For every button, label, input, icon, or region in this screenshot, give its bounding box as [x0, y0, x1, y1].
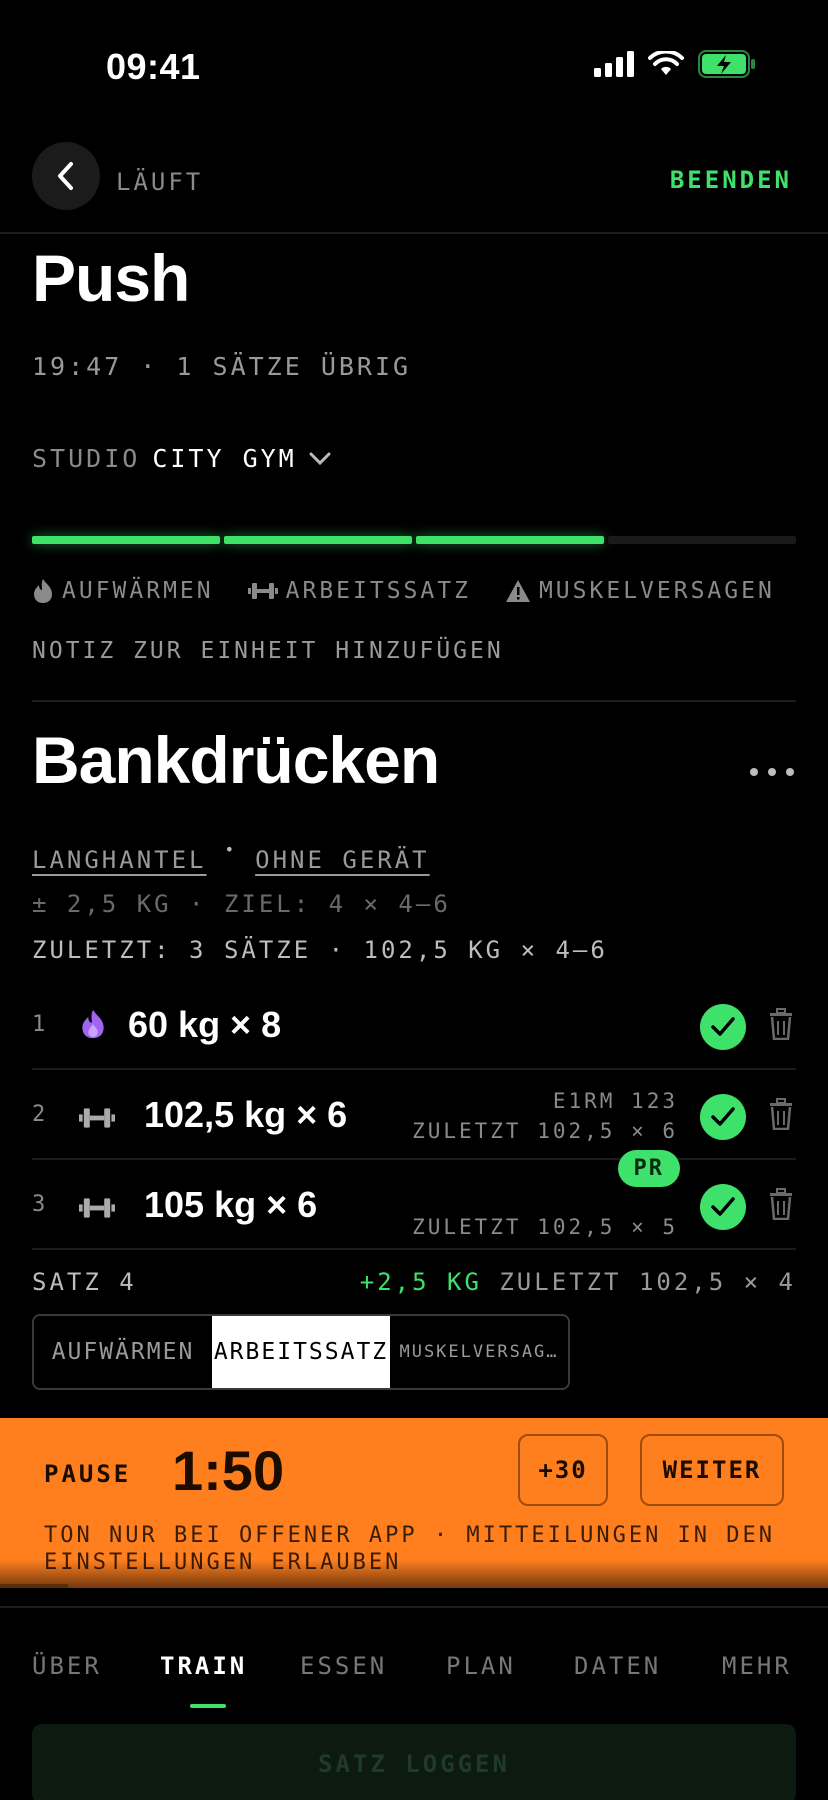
legend-label: AUFWÄRMEN — [62, 578, 214, 604]
chevron-left-icon — [58, 162, 73, 190]
rest-label: PAUSE — [44, 1460, 132, 1488]
legend-failure: MUSKELVERSAGEN — [505, 578, 775, 604]
status-time: 09:41 — [106, 46, 201, 87]
trash-icon[interactable] — [768, 1008, 794, 1040]
tab-plan[interactable]: PLAN — [446, 1652, 516, 1680]
studio-value: CITY GYM — [152, 444, 297, 473]
rest-time: 1:50 — [172, 1439, 285, 1502]
set-value[interactable]: 60 kg × 8 — [128, 1004, 281, 1046]
end-workout-button[interactable]: BEENDEN — [670, 166, 792, 194]
set-type-working-option[interactable]: ARBEITSSATZ — [212, 1316, 390, 1388]
set-value[interactable]: 105 kg × 6 — [144, 1184, 317, 1226]
workout-state: LÄUFT — [116, 168, 204, 196]
progress-segment — [416, 536, 604, 544]
set-type-warmup-option[interactable]: AUFWÄRMEN — [34, 1316, 212, 1388]
progress-segment — [32, 536, 220, 544]
log-set-button[interactable]: SATZ LOGGEN — [32, 1724, 796, 1800]
equipment-row: LANGHANTEL • OHNE GERÄT — [32, 840, 430, 874]
back-button[interactable] — [32, 142, 100, 210]
dumbbell-icon — [79, 1108, 115, 1128]
checkmark-icon — [711, 1197, 735, 1216]
rest-progress — [0, 1584, 68, 1588]
banner-fade — [0, 1560, 828, 1588]
continue-button[interactable]: WEITER — [640, 1434, 784, 1506]
pr-badge: PR — [617, 1150, 680, 1187]
status-bar: 09:41 — [0, 0, 828, 130]
studio-label: STUDIO — [32, 444, 141, 473]
tab-train[interactable]: TRAIN — [160, 1652, 247, 1680]
warning-icon — [505, 580, 530, 602]
flame-icon — [82, 1009, 104, 1039]
set-last: ZULETZT 102,5 × 6 — [412, 1119, 678, 1143]
set-value[interactable]: 102,5 kg × 6 — [144, 1094, 347, 1136]
exercise-target: ± 2,5 KG · ZIEL: 4 × 4–6 — [32, 890, 451, 918]
active-tab-indicator — [190, 1704, 226, 1708]
dumbbell-icon — [247, 583, 278, 599]
tab-daten[interactable]: DATEN — [574, 1652, 661, 1680]
exercise-last: ZULETZT: 3 SÄTZE · 102,5 KG × 4–6 — [32, 936, 608, 964]
next-set-hint: +2,5 KG ZULETZT 102,5 × 4 — [360, 1268, 796, 1296]
set-type-failure-option[interactable]: MUSKELVERSAG… — [390, 1316, 568, 1388]
tab-ueber[interactable]: ÜBER — [32, 1652, 102, 1680]
trash-icon[interactable] — [768, 1188, 794, 1220]
divider — [32, 700, 796, 702]
tab-mehr[interactable]: MEHR — [722, 1652, 792, 1680]
workout-meta: 19:47 · 1 SÄTZE ÜBRIG — [32, 352, 412, 381]
set-type-legend: AUFWÄRMEN ARBEITSSATZ MUSKELVERSAGEN — [32, 578, 775, 604]
next-set-label: SATZ 4 — [32, 1268, 137, 1296]
legend-label: ARBEITSSATZ — [285, 578, 471, 604]
exercise-title: Bankdrücken — [32, 723, 440, 797]
set-last: ZULETZT 102,5 × 5 — [412, 1215, 678, 1239]
legend-label: MUSKELVERSAGEN — [538, 578, 775, 604]
add-note-link[interactable]: NOTIZ ZUR EINHEIT HINZUFÜGEN — [32, 638, 504, 664]
chevron-down-icon — [309, 452, 331, 465]
more-options-icon[interactable] — [750, 760, 794, 784]
legend-warmup: AUFWÄRMEN — [32, 578, 214, 604]
progress-segment — [224, 536, 412, 544]
next-set-last: ZULETZT 102,5 × 4 — [499, 1268, 796, 1296]
workout-progress — [32, 536, 796, 544]
progress-segment — [608, 536, 796, 544]
workout-title: Push — [32, 241, 190, 315]
separator-dot: • — [224, 840, 238, 859]
set-number: 2 — [32, 1102, 46, 1127]
cellular-signal-icon — [594, 51, 634, 77]
weight-increment: +2,5 KG — [359, 1268, 482, 1296]
trash-icon[interactable] — [768, 1098, 794, 1130]
status-icons — [594, 50, 756, 78]
set-e1rm: E1RM 123 — [552, 1089, 678, 1113]
top-header: LÄUFT BEENDEN — [0, 138, 828, 234]
set-complete-check[interactable] — [700, 1184, 746, 1230]
set-type-selector: AUFWÄRMEN ARBEITSSATZ MUSKELVERSAG… — [32, 1314, 570, 1390]
checkmark-icon — [711, 1107, 735, 1126]
set-row: 3 105 kg × 6 PR ZULETZT 102,5 × 5 — [32, 1150, 796, 1250]
set-number: 1 — [32, 1012, 46, 1037]
flame-icon — [34, 579, 52, 603]
set-row: 2 102,5 kg × 6 E1RM 123 ZULETZT 102,5 × … — [32, 1070, 796, 1160]
dumbbell-icon — [79, 1198, 115, 1218]
studio-selector[interactable]: STUDIO CITY GYM — [32, 444, 331, 473]
checkmark-icon — [711, 1017, 735, 1036]
battery-charging-icon — [698, 50, 755, 78]
set-complete-check[interactable] — [700, 1094, 746, 1140]
equipment-none-link[interactable]: OHNE GERÄT — [255, 846, 430, 874]
tab-essen[interactable]: ESSEN — [300, 1652, 387, 1680]
set-number: 3 — [32, 1192, 46, 1217]
wifi-icon — [648, 51, 684, 75]
tab-bar: ÜBER TRAIN ESSEN PLAN DATEN MEHR SATZ LO… — [0, 1606, 828, 1800]
set-complete-check[interactable] — [700, 1004, 746, 1050]
legend-working: ARBEITSSATZ — [247, 578, 471, 604]
add-30-seconds-button[interactable]: +30 — [518, 1434, 608, 1506]
set-row: 1 60 kg × 8 — [32, 980, 796, 1070]
equipment-barbell-link[interactable]: LANGHANTEL — [32, 846, 207, 874]
